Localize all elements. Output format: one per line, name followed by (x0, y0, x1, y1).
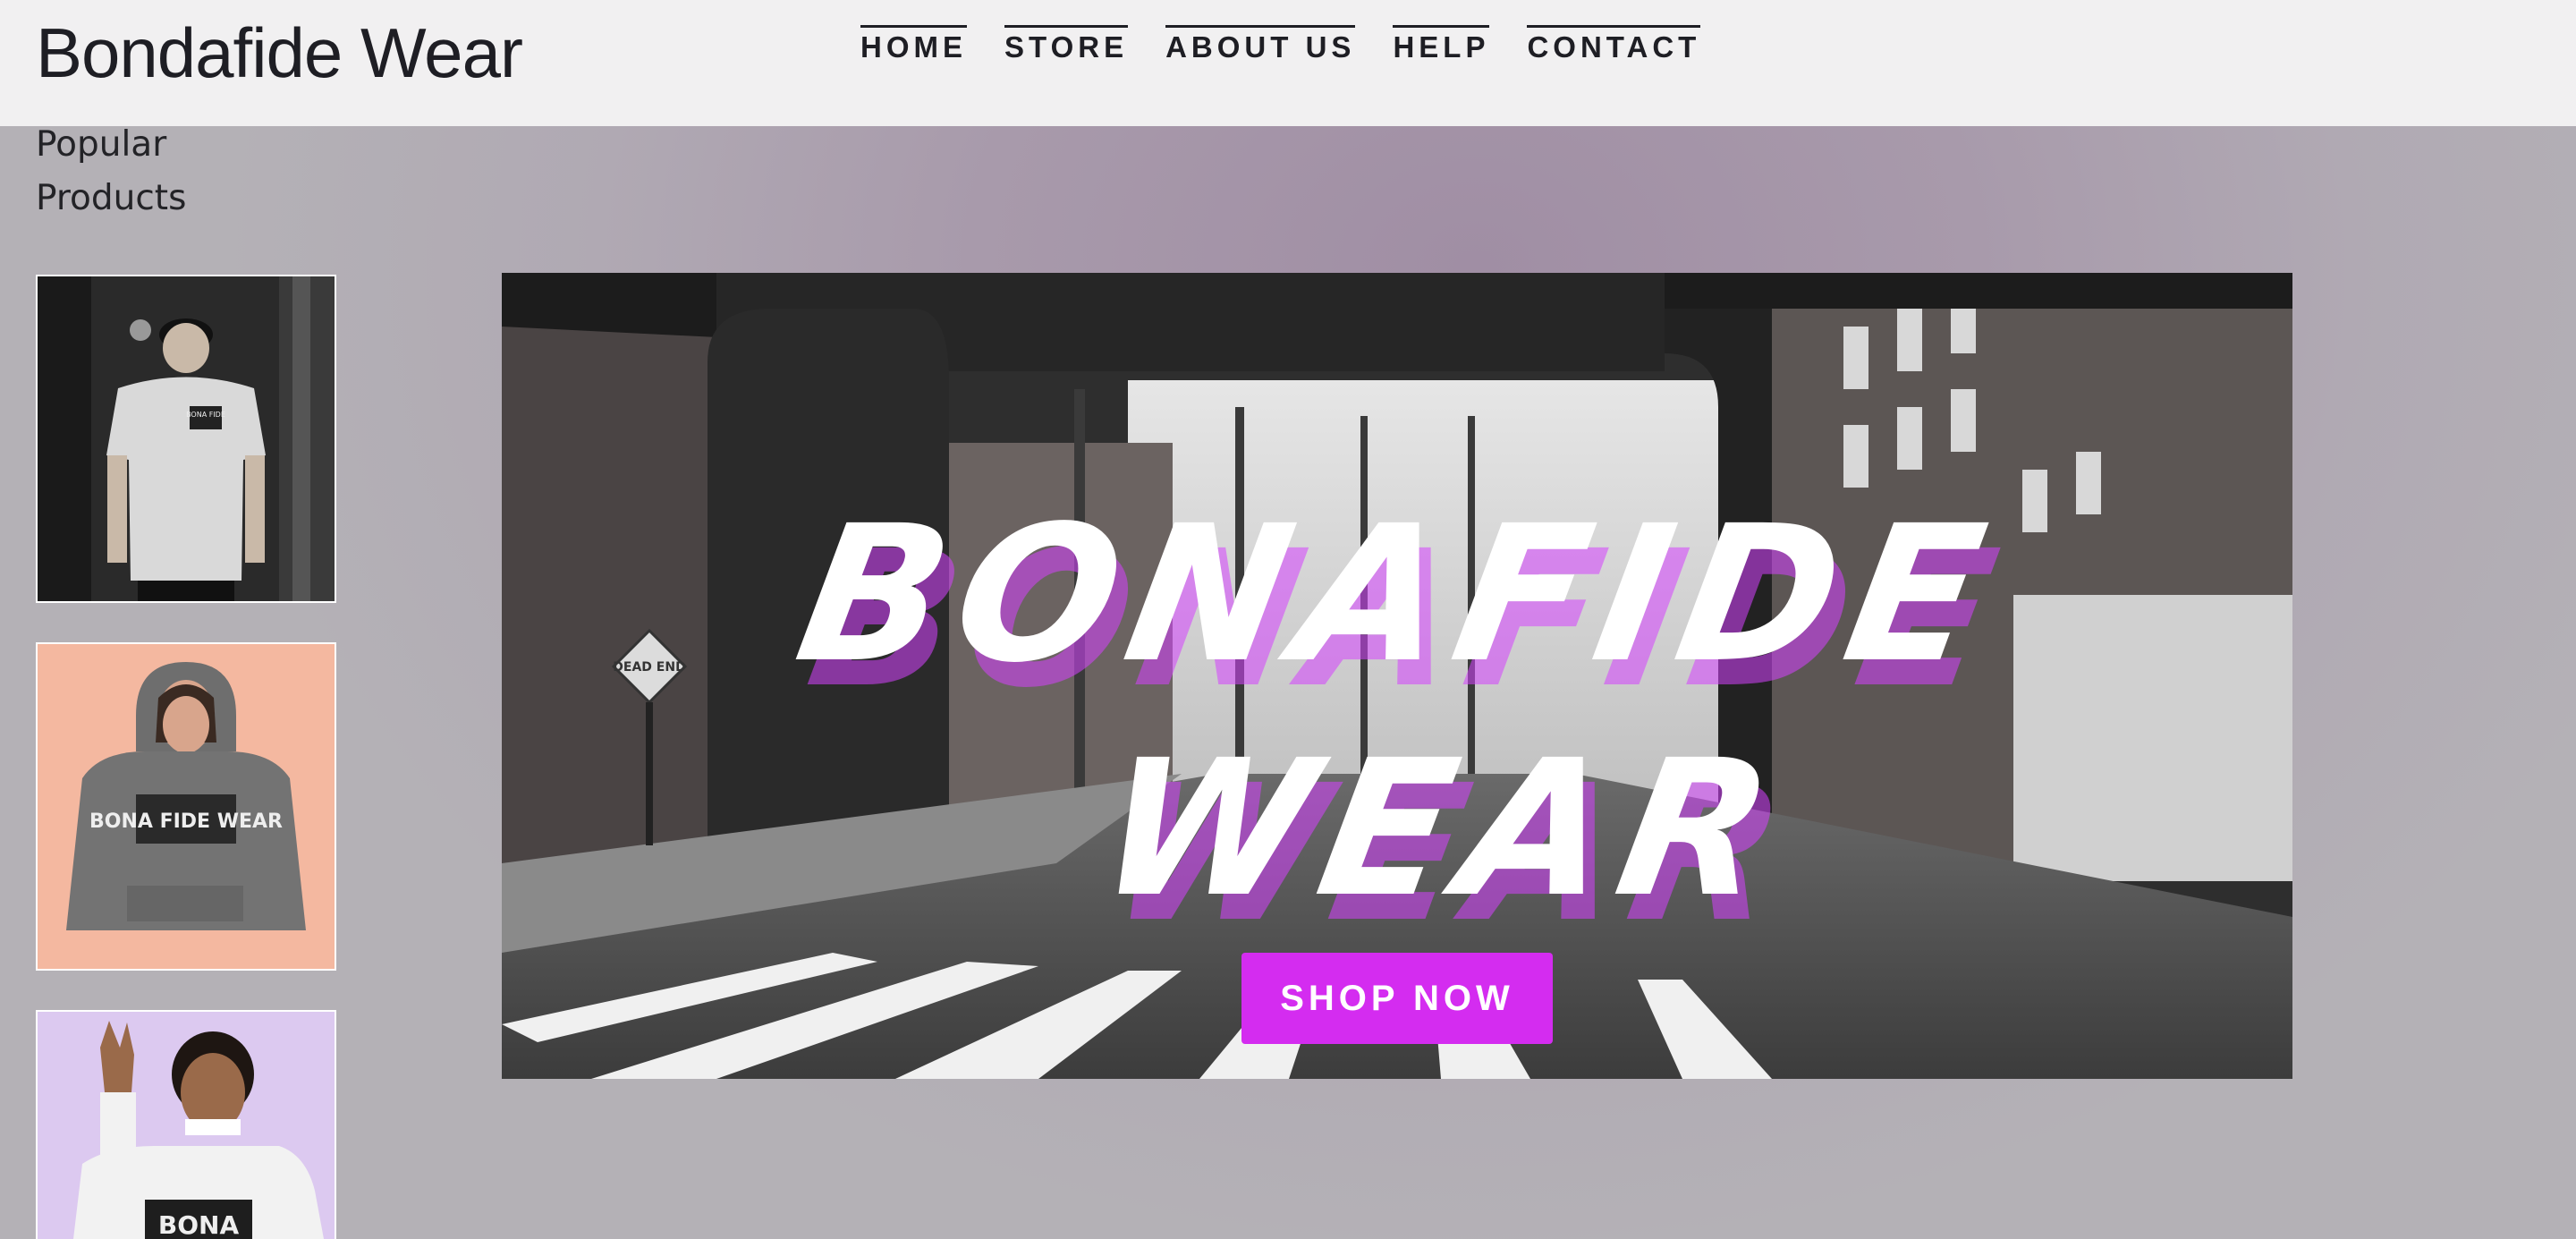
tee-print-text: BONA FIDE (186, 411, 225, 419)
product-thumbnail-3[interactable]: BONA (36, 1010, 336, 1239)
product-photo-tee: BONA FIDE (38, 276, 335, 601)
brand-logo[interactable]: Bondafide Wear (36, 13, 523, 94)
nav-store[interactable]: STORE (1004, 25, 1129, 65)
banner-headline-line-1: BONAFIDE (784, 485, 2011, 704)
nav-help[interactable]: HELP (1393, 25, 1490, 65)
product-photo-hoodie: BONA FIDE WEAR (38, 644, 335, 969)
hoodie-print-text: BONA FIDE WEAR (89, 810, 283, 833)
hero-banner[interactable]: DEAD END BONAFIDE WEAR SHOP NOW (502, 273, 2292, 1079)
nav-about-us[interactable]: ABOUT US (1165, 25, 1356, 65)
main-nav: HOME STORE ABOUT US HELP CONTACT (860, 25, 1738, 65)
nav-contact[interactable]: CONTACT (1527, 25, 1701, 65)
shop-now-button[interactable]: SHOP NOW (1241, 953, 1553, 1044)
sweatshirt-print-text: BONA (158, 1210, 240, 1239)
popular-products-heading: Popular Products (36, 118, 259, 225)
heading-line-2: Products (36, 178, 187, 218)
product-thumbnail-2[interactable]: BONA FIDE WEAR (36, 642, 336, 971)
banner-headline-line-2: WEAR (1084, 719, 1800, 938)
site-header: Bondafide Wear HOME STORE ABOUT US HELP … (0, 0, 2576, 126)
product-photo-sweatshirt: BONA (38, 1012, 335, 1239)
heading-line-1: Popular (36, 124, 167, 165)
nav-home[interactable]: HOME (860, 25, 967, 65)
product-thumbnail-1[interactable]: BONA FIDE (36, 275, 336, 603)
